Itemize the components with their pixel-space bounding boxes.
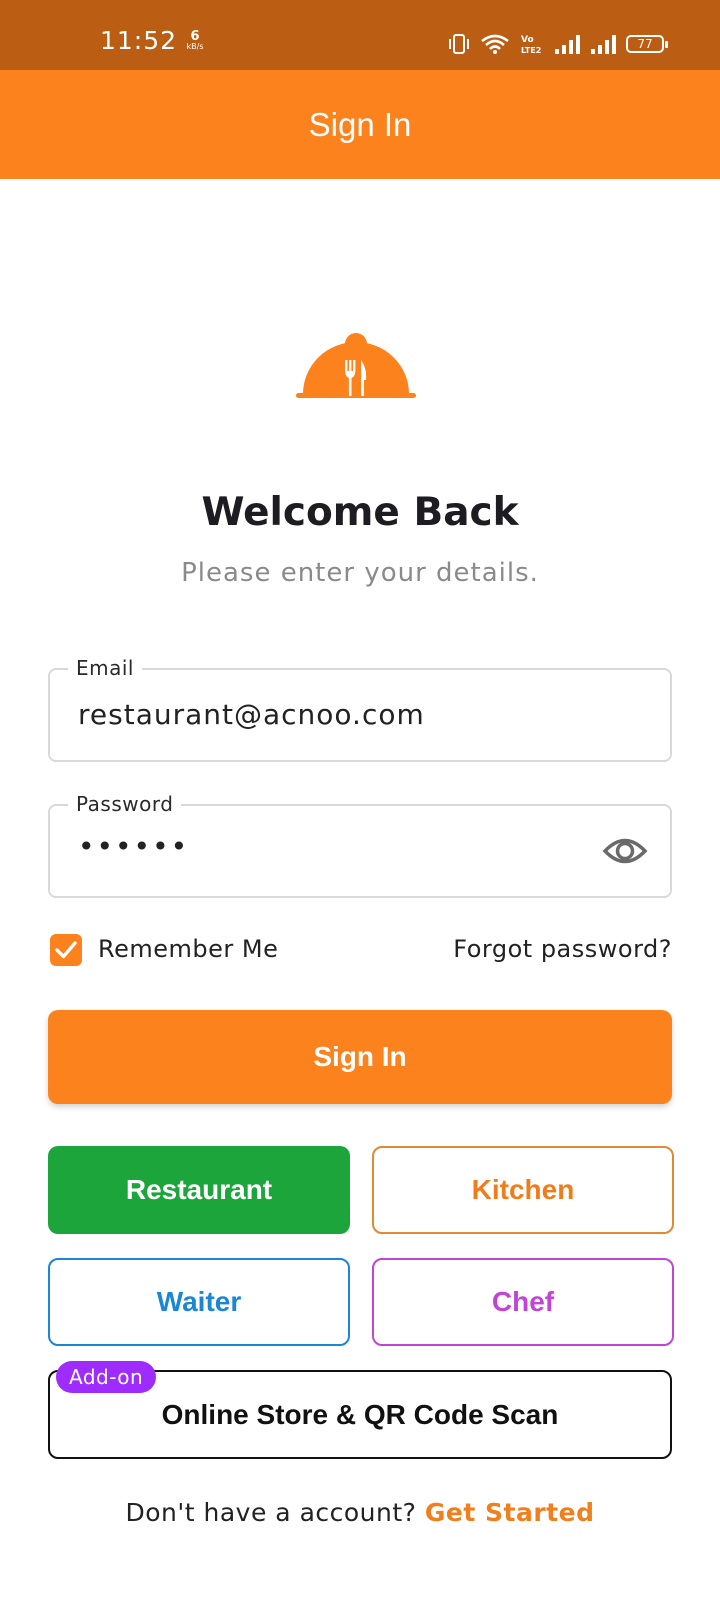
eye-icon[interactable] bbox=[602, 832, 648, 870]
wifi-icon bbox=[481, 34, 509, 54]
page-title: Sign In bbox=[308, 105, 412, 143]
signup-prompt: Don't have a account? bbox=[125, 1498, 417, 1527]
password-label: Password bbox=[68, 792, 182, 816]
network-speed-unit: kB/s bbox=[186, 42, 204, 51]
remember-label[interactable]: Remember Me bbox=[98, 935, 278, 963]
status-time: 11:52 bbox=[100, 26, 178, 55]
role-kitchen-button[interactable]: Kitchen bbox=[372, 1146, 674, 1234]
email-field[interactable]: Email restaurant@acnoo.com bbox=[48, 656, 672, 762]
role-waiter-button[interactable]: Waiter bbox=[48, 1258, 350, 1346]
cloche-logo-icon bbox=[296, 333, 416, 398]
volte-icon: Vo LTE2 bbox=[521, 35, 541, 55]
app-bar: Sign In bbox=[0, 70, 720, 179]
vibrate-icon bbox=[449, 34, 469, 54]
battery-icon: 77 bbox=[626, 35, 668, 53]
remember-row: Remember Me Forgot password? bbox=[48, 932, 672, 968]
signup-row: Don't have a account? Get Started bbox=[0, 1498, 720, 1527]
addon-badge: Add-on bbox=[56, 1361, 157, 1393]
role-chef-button[interactable]: Chef bbox=[372, 1258, 674, 1346]
svg-text:Vo: Vo bbox=[521, 35, 534, 45]
network-speed: 6 kB/s bbox=[180, 30, 210, 51]
forgot-password-link[interactable]: Forgot password? bbox=[453, 935, 672, 963]
remember-checkbox[interactable] bbox=[50, 934, 82, 966]
welcome-title: Welcome Back bbox=[201, 490, 519, 535]
password-field[interactable]: Password •••••• bbox=[48, 792, 672, 898]
status-bar: 11:52 6 kB/s Vo LTE2 77 bbox=[0, 0, 720, 70]
email-input[interactable]: restaurant@acnoo.com bbox=[78, 698, 598, 731]
status-icons: Vo LTE2 77 bbox=[448, 30, 668, 58]
svg-text:LTE2: LTE2 bbox=[521, 46, 541, 55]
check-icon bbox=[55, 941, 77, 959]
welcome-subtitle: Please enter your details. bbox=[181, 558, 539, 588]
signal-strength-2-icon bbox=[591, 35, 616, 54]
password-input[interactable]: •••••• bbox=[78, 830, 598, 863]
sign-in-button[interactable]: Sign In bbox=[48, 1010, 672, 1104]
get-started-link[interactable]: Get Started bbox=[425, 1498, 595, 1527]
battery-level: 77 bbox=[637, 37, 653, 51]
signal-strength-icon bbox=[555, 35, 580, 54]
email-label: Email bbox=[68, 656, 142, 680]
role-restaurant-button[interactable]: Restaurant bbox=[48, 1146, 350, 1234]
